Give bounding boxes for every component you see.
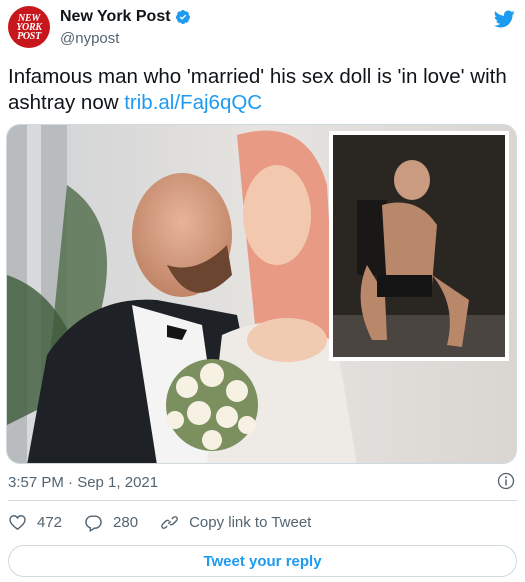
divider [8,500,517,501]
copy-link-label: Copy link to Tweet [189,514,312,531]
account-handle[interactable]: @nypost [60,30,119,47]
timestamp-row: 3:57 PM · Sep 1, 2021 [8,472,517,491]
action-bar: 472 280 Copy link to Tweet [8,513,333,532]
tweet-header: NEW YORK POST New York Post @nypost [8,6,517,50]
reply-count: 280 [113,514,139,531]
link-icon [161,516,178,529]
verified-badge-icon [175,10,190,24]
tweet-link[interactable]: trib.al/Faj6qQC [124,91,262,114]
name-row: New York Post [60,8,191,26]
reply-icon [85,515,102,532]
copy-link-button[interactable]: Copy link to Tweet [160,513,311,532]
reply-action-button[interactable]: 280 [84,513,138,532]
account-name[interactable]: New York Post [60,8,171,26]
heart-icon [9,515,26,531]
avatar-logo-text: NEW YORK POST [16,12,42,42]
like-count: 472 [37,514,63,531]
info-icon[interactable] [497,472,515,490]
wedding-photo-illustration [7,125,516,463]
timestamp[interactable]: 3:57 PM · Sep 1, 2021 [8,474,158,491]
tweet-text: Infamous man who 'married' his sex doll … [8,64,513,116]
like-button[interactable]: 472 [8,513,62,532]
twitter-bird-icon[interactable] [493,8,515,30]
tweet-your-reply-button[interactable]: Tweet your reply [8,545,517,577]
tweet-media-image[interactable] [6,124,517,464]
avatar[interactable]: NEW YORK POST [8,6,50,48]
